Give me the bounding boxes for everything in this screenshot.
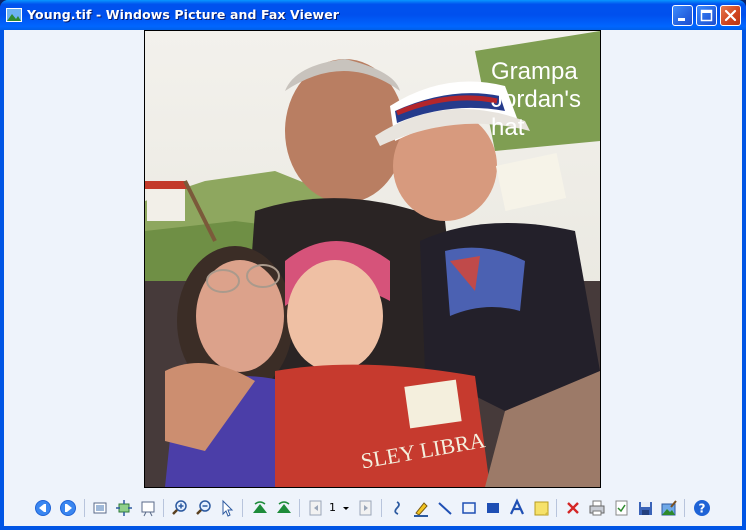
note-annotation-icon[interactable]: [531, 498, 551, 518]
text-annotation-icon[interactable]: [507, 498, 527, 518]
toolbar-separator: [242, 499, 243, 517]
edit-image-icon[interactable]: [659, 498, 679, 518]
viewer-client-area: SLEY LIBRA Grampa Jordan's hat 1 ?: [4, 30, 742, 526]
next-page-icon[interactable]: [356, 498, 376, 518]
close-button[interactable]: [720, 5, 741, 26]
rotate-counterclockwise-icon[interactable]: [274, 498, 294, 518]
window-title: Young.tif - Windows Picture and Fax View…: [27, 7, 340, 22]
toolbar-separator: [684, 499, 685, 517]
toolbar-separator: [163, 499, 164, 517]
picture-viewer-window: Young.tif - Windows Picture and Fax View…: [0, 0, 746, 530]
zoom-in-icon[interactable]: [170, 498, 190, 518]
best-fit-icon[interactable]: [90, 498, 110, 518]
frame-annotation-icon[interactable]: [459, 498, 479, 518]
previous-image-button[interactable]: [33, 498, 53, 518]
viewer-toolbar: 1 ?: [4, 494, 742, 522]
actual-size-icon[interactable]: [114, 498, 134, 518]
page-number: 1: [329, 501, 336, 514]
help-icon[interactable]: ?: [692, 498, 712, 518]
highlighter-icon[interactable]: [411, 498, 431, 518]
photo-annotation-text: Grampa Jordan's hat: [491, 58, 581, 141]
copy-to-icon[interactable]: [611, 498, 631, 518]
svg-text:?: ?: [699, 502, 706, 516]
filled-rectangle-icon[interactable]: [483, 498, 503, 518]
select-pointer-icon[interactable]: [217, 498, 237, 518]
minimize-button[interactable]: [672, 5, 693, 26]
save-icon[interactable]: [635, 498, 655, 518]
picture-viewer-icon[interactable]: [6, 7, 22, 23]
title-bar[interactable]: Young.tif - Windows Picture and Fax View…: [0, 0, 746, 30]
toolbar-separator: [381, 499, 382, 517]
slideshow-icon[interactable]: [138, 498, 158, 518]
delete-icon[interactable]: [563, 498, 583, 518]
line-annotation-icon[interactable]: [435, 498, 455, 518]
photo-display: SLEY LIBRA Grampa Jordan's hat: [144, 30, 601, 488]
page-dropdown-icon[interactable]: [341, 498, 351, 518]
toolbar-separator: [556, 499, 557, 517]
next-image-button[interactable]: [58, 498, 78, 518]
toolbar-separator: [84, 499, 85, 517]
previous-page-icon[interactable]: [306, 498, 326, 518]
freehand-annotation-icon[interactable]: [388, 498, 408, 518]
maximize-button[interactable]: [696, 5, 717, 26]
rotate-clockwise-icon[interactable]: [250, 498, 270, 518]
toolbar-separator: [299, 499, 300, 517]
print-icon[interactable]: [587, 498, 607, 518]
zoom-out-icon[interactable]: [194, 498, 214, 518]
